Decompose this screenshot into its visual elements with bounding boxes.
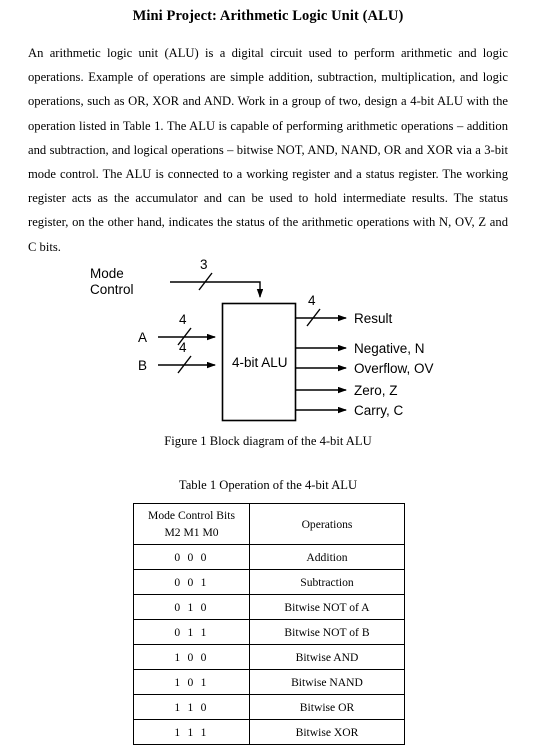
table-cell-operation: Addition	[249, 544, 405, 570]
table-cell-mode-bits: 1 0 0	[133, 644, 250, 670]
result-bus-width-label: 4	[308, 293, 316, 308]
alu-block-diagram: Mode Control 3 A 4 B 4 4-bit ALU 4 Resul…	[0, 250, 536, 430]
mode-control-label-line1: Mode	[90, 266, 124, 281]
input-a-label: A	[138, 330, 147, 345]
table-cell-operation: Bitwise XOR	[249, 719, 405, 745]
page-title: Mini Project: Arithmetic Logic Unit (ALU…	[132, 8, 404, 24]
output-label-overflow: Overflow, OV	[354, 361, 434, 376]
block-diagram-svg: Mode Control 3 A 4 B 4 4-bit ALU 4 Resul…	[90, 257, 434, 422]
intro-paragraph: An arithmetic logic unit (ALU) is a digi…	[28, 46, 508, 254]
table-row: 1 0 1 Bitwise NAND	[133, 669, 405, 695]
alu-box-label: 4-bit ALU	[232, 355, 288, 370]
table-cell-mode-bits: 1 0 1	[133, 669, 250, 695]
table-cell-operation: Bitwise NOT of B	[249, 619, 405, 645]
table-row: 0 0 0 Addition	[133, 544, 405, 570]
table-cell-operation: Subtraction	[249, 569, 405, 595]
table-body: 0 0 0 Addition 0 0 1 Subtraction 0 1 0 Bitwis…	[133, 544, 405, 745]
table-cell-mode-bits: 0 1 0	[133, 594, 250, 620]
table-row: 0 1 0 Bitwise NOT of A	[133, 594, 405, 620]
output-label-carry: Carry, C	[354, 403, 403, 418]
alu-operation-table: Mode Control Bits M2 M1 M0 Operations 0 …	[133, 503, 405, 745]
table-cell-operation: Bitwise NOT of A	[249, 594, 405, 620]
input-a-bus-width-label: 4	[179, 312, 187, 327]
table-row: 0 1 1 Bitwise NOT of B	[133, 619, 405, 645]
figure-caption: Figure 1 Block diagram of the 4-bit ALU	[164, 434, 372, 448]
input-b-bus-width-label: 4	[179, 340, 187, 355]
output-label-negative: Negative, N	[354, 341, 425, 356]
table-cell-mode-bits: 1 1 1	[133, 719, 250, 745]
table-cell-operation: Bitwise NAND	[249, 669, 405, 695]
table-cell-mode-bits: 0 1 1	[133, 619, 250, 645]
table-cell-mode-bits: 0 0 0	[133, 544, 250, 570]
table-header-mode-control: Mode Control Bits M2 M1 M0	[133, 503, 250, 545]
table-cell-mode-bits: 0 0 1	[133, 569, 250, 595]
table-row: 0 0 1 Subtraction	[133, 569, 405, 595]
table-header-row: Mode Control Bits M2 M1 M0 Operations	[133, 503, 405, 545]
table-caption: Table 1 Operation of the 4-bit ALU	[178, 478, 358, 492]
mode-bus-width-label: 3	[200, 257, 208, 272]
table-header-mode-line2: M2 M1 M0	[164, 526, 219, 539]
table-header-mode-line1: Mode Control Bits	[148, 509, 235, 522]
output-label-result: Result	[354, 311, 393, 326]
mode-control-wire	[170, 281, 264, 298]
document-page: Mini Project: Arithmetic Logic Unit (ALU…	[0, 0, 536, 745]
table-cell-mode-bits: 1 1 0	[133, 694, 250, 720]
table-row: 1 0 0 Bitwise AND	[133, 644, 405, 670]
mode-control-label-line2: Control	[90, 282, 134, 297]
table-cell-operation: Bitwise AND	[249, 644, 405, 670]
input-b-label: B	[138, 358, 147, 373]
table-row: 1 1 1 Bitwise XOR	[133, 719, 405, 745]
table-row: 1 1 0 Bitwise OR	[133, 694, 405, 720]
table-header-operations: Operations	[249, 503, 405, 545]
output-label-zero: Zero, Z	[354, 383, 398, 398]
table-cell-operation: Bitwise OR	[249, 694, 405, 720]
